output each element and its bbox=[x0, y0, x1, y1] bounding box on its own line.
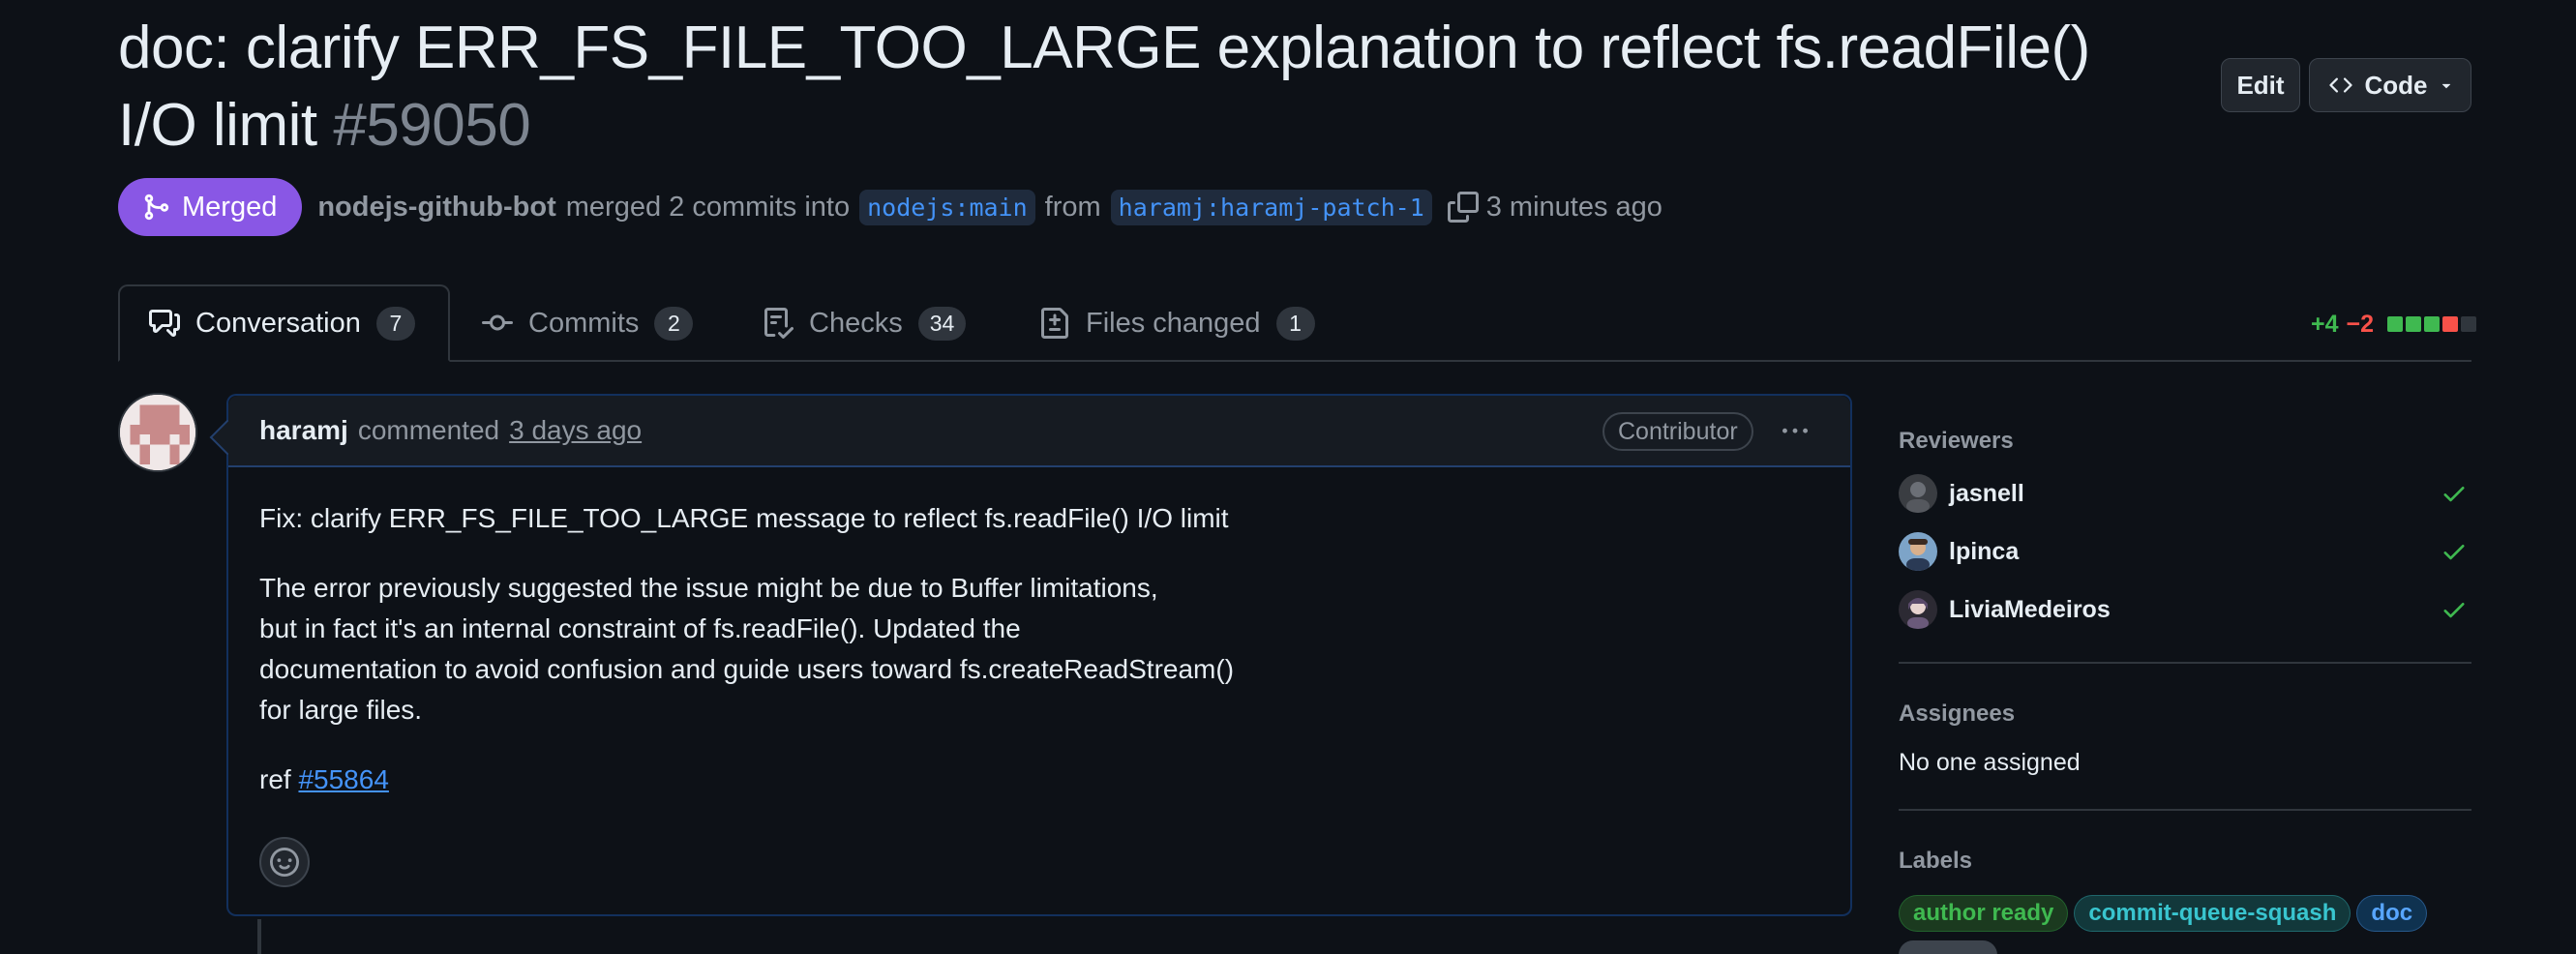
comment-para2-line: documentation to avoid confusion and gui… bbox=[259, 654, 1235, 684]
tab-checks[interactable]: Checks 34 bbox=[763, 284, 967, 362]
check-icon bbox=[2443, 545, 2465, 560]
tab-commits-count: 2 bbox=[654, 306, 694, 341]
comment-header: haramj commented 3 days ago Contributor bbox=[228, 396, 1850, 467]
reviewer-name: LiviaMedeiros bbox=[1949, 595, 2111, 623]
reviewers-title[interactable]: Reviewers bbox=[1899, 428, 2014, 455]
merger-link[interactable]: nodejs-github-bot bbox=[317, 192, 555, 224]
tab-checks-label: Checks bbox=[809, 307, 903, 339]
merged-time: 3 minutes ago bbox=[1485, 191, 1662, 223]
merge-text: merged 2 commits into bbox=[565, 191, 851, 223]
comment-action: commented bbox=[357, 415, 500, 445]
comment-paragraph-2: The error previously suggested the issue… bbox=[259, 568, 1819, 730]
assignees-value: No one assigned bbox=[1899, 749, 2081, 776]
assignees-title[interactable]: Assignees bbox=[1899, 701, 2015, 728]
avatar bbox=[1899, 474, 1937, 513]
reviewer-item[interactable]: jasnell bbox=[1899, 472, 2471, 515]
tab-checks-count: 34 bbox=[917, 306, 967, 341]
comment-para2-line: but in fact it's an internal constraint … bbox=[259, 613, 1021, 643]
comment-discussion-icon bbox=[149, 310, 180, 337]
tab-conversation-count: 7 bbox=[375, 306, 415, 341]
label-author-ready[interactable]: author ready bbox=[1899, 895, 2069, 932]
timeline-line bbox=[257, 919, 261, 954]
avatar[interactable] bbox=[118, 393, 197, 472]
kebab-menu-icon[interactable] bbox=[1779, 419, 1812, 451]
ref-prefix: ref bbox=[259, 764, 291, 794]
pr-title: doc: clarify ERR_FS_FILE_TOO_LARGE expla… bbox=[118, 10, 2170, 164]
merged-state-badge: Merged bbox=[118, 178, 303, 236]
tab-commits[interactable]: Commits 2 bbox=[482, 284, 694, 362]
label-partial[interactable] bbox=[1899, 940, 1997, 954]
edit-button-label: Edit bbox=[2236, 70, 2285, 100]
contributor-badge: Contributor bbox=[1603, 412, 1753, 451]
sidebar-divider bbox=[1899, 662, 2471, 664]
label-commit-queue-squash[interactable]: commit-queue-squash bbox=[2074, 895, 2351, 932]
tab-files-changed-count: 1 bbox=[1275, 306, 1315, 341]
comment-line-1: Fix: clarify ERR_FS_FILE_TOO_LARGE messa… bbox=[259, 503, 1229, 533]
file-diff-icon bbox=[1041, 308, 1068, 339]
merged-state-label: Merged bbox=[182, 191, 278, 223]
tab-commits-label: Commits bbox=[528, 307, 640, 339]
tab-files-changed[interactable]: Files changed 1 bbox=[1039, 284, 1315, 362]
code-icon bbox=[2328, 77, 2352, 93]
diffstat: +4 −2 bbox=[2311, 308, 2477, 341]
git-merge-icon bbox=[144, 194, 169, 221]
comment-body: Fix: clarify ERR_FS_FILE_TOO_LARGE messa… bbox=[228, 467, 1850, 860]
labels-title[interactable]: Labels bbox=[1899, 848, 1972, 875]
tab-conversation[interactable]: Conversation 7 bbox=[118, 284, 450, 362]
sidebar-divider bbox=[1899, 809, 2471, 811]
tab-files-changed-label: Files changed bbox=[1086, 307, 1261, 339]
code-button[interactable]: Code bbox=[2309, 58, 2471, 112]
diffstat-deletions: −2 bbox=[2346, 310, 2375, 338]
tab-conversation-label: Conversation bbox=[195, 307, 361, 339]
comment-ref-line: ref #55864 bbox=[259, 760, 1819, 800]
add-reaction-button[interactable] bbox=[259, 837, 310, 887]
from-text: from bbox=[1044, 191, 1101, 223]
edit-button[interactable]: Edit bbox=[2221, 58, 2300, 112]
reviewer-item[interactable]: LiviaMedeiros bbox=[1899, 588, 2471, 631]
diffstat-additions: +4 bbox=[2311, 310, 2339, 338]
avatar bbox=[1899, 532, 1937, 571]
check-icon bbox=[2443, 603, 2465, 618]
reviewer-name: jasnell bbox=[1949, 479, 2024, 507]
caret-down-icon bbox=[2441, 83, 2450, 89]
pr-state-row: Merged nodejs-github-bot merged 2 commit… bbox=[118, 178, 1662, 236]
ref-issue-link[interactable]: #55864 bbox=[298, 764, 388, 794]
reviewer-name: lpinca bbox=[1949, 537, 2020, 565]
labels-list: author ready commit-queue-squash doc bbox=[1899, 895, 2433, 932]
comment-para2-line: The error previously suggested the issue… bbox=[259, 573, 1158, 603]
code-button-label: Code bbox=[2364, 70, 2428, 100]
comment-box: haramj commented 3 days ago Contributor … bbox=[226, 394, 1852, 916]
git-commit-icon bbox=[482, 314, 513, 331]
diffstat-blocks bbox=[2387, 316, 2477, 332]
comment-author[interactable]: haramj bbox=[259, 415, 348, 446]
avatar bbox=[1899, 590, 1937, 629]
check-icon bbox=[2443, 487, 2465, 502]
comment-time[interactable]: 3 days ago bbox=[509, 415, 642, 446]
base-branch[interactable]: nodejs:main bbox=[859, 189, 1035, 225]
label-doc[interactable]: doc bbox=[2356, 895, 2428, 932]
pr-number: #59050 bbox=[333, 92, 531, 159]
checklist-icon bbox=[764, 308, 794, 339]
smiley-icon bbox=[270, 848, 299, 877]
head-branch[interactable]: haramj:haramj-patch-1 bbox=[1110, 189, 1432, 225]
copy-icon[interactable] bbox=[1447, 192, 1479, 223]
reviewer-item[interactable]: lpinca bbox=[1899, 530, 2471, 573]
comment-para2-line: for large files. bbox=[259, 695, 423, 725]
